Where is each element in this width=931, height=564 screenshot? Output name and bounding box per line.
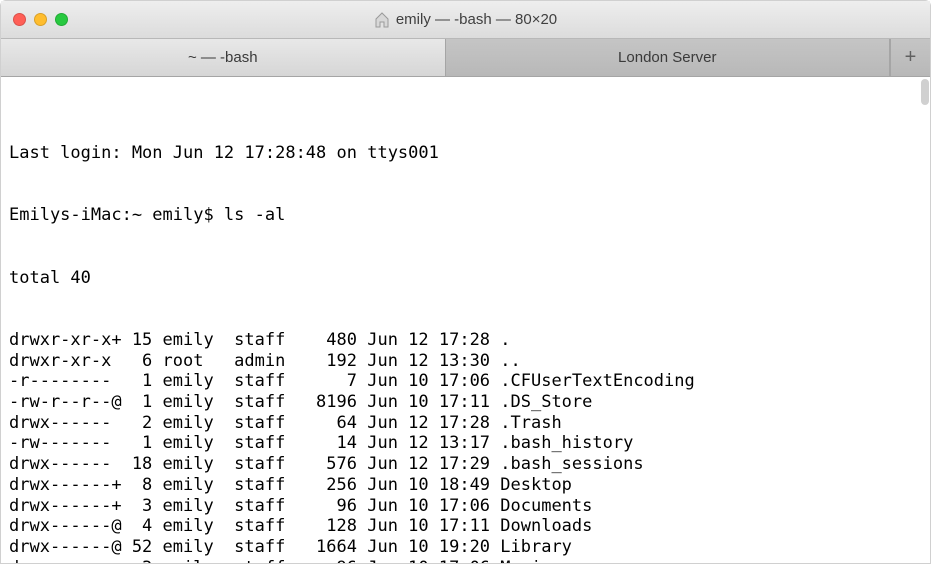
zoom-button[interactable] [55, 13, 68, 26]
listing-row: -rw------- 1 emily staff 14 Jun 12 13:17… [9, 433, 922, 454]
tab-bar: ~ — -bash London Server + [1, 39, 930, 77]
listing-row: drwxr-xr-x 6 root admin 192 Jun 12 13:30… [9, 351, 922, 372]
last-login-line: Last login: Mon Jun 12 17:28:48 on ttys0… [9, 143, 922, 164]
tab-label: ~ — -bash [188, 49, 258, 66]
listing-row: drwx------@ 52 emily staff 1664 Jun 10 1… [9, 537, 922, 558]
listing-row: drwx------+ 3 emily staff 96 Jun 10 17:0… [9, 496, 922, 517]
listing-row: drwx------@ 4 emily staff 128 Jun 10 17:… [9, 516, 922, 537]
listing-row: drwx------+ 3 emily staff 96 Jun 10 17:0… [9, 558, 922, 563]
terminal-body[interactable]: Last login: Mon Jun 12 17:28:48 on ttys0… [1, 77, 930, 563]
window-title-text: emily — -bash — 80×20 [396, 11, 557, 28]
command-line: Emilys-iMac:~ emily$ ls -al [9, 205, 922, 226]
close-button[interactable] [13, 13, 26, 26]
home-icon [374, 12, 390, 28]
total-line: total 40 [9, 268, 922, 289]
tab-bash[interactable]: ~ — -bash [1, 39, 446, 76]
tab-london-server[interactable]: London Server [446, 39, 891, 76]
listing-row: drwx------+ 8 emily staff 256 Jun 10 18:… [9, 475, 922, 496]
listing: drwxr-xr-x+ 15 emily staff 480 Jun 12 17… [9, 330, 922, 563]
window-titlebar: emily — -bash — 80×20 [1, 1, 930, 39]
listing-row: drwx------ 18 emily staff 576 Jun 12 17:… [9, 454, 922, 475]
scrollbar-thumb[interactable] [921, 79, 929, 105]
tab-label: London Server [618, 49, 716, 66]
listing-row: drwxr-xr-x+ 15 emily staff 480 Jun 12 17… [9, 330, 922, 351]
minimize-button[interactable] [34, 13, 47, 26]
listing-row: -rw-r--r--@ 1 emily staff 8196 Jun 10 17… [9, 392, 922, 413]
window-title: emily — -bash — 80×20 [1, 11, 930, 28]
plus-icon: + [905, 46, 917, 69]
listing-row: -r-------- 1 emily staff 7 Jun 10 17:06 … [9, 371, 922, 392]
traffic-lights [1, 13, 68, 26]
listing-row: drwx------ 2 emily staff 64 Jun 12 17:28… [9, 413, 922, 434]
new-tab-button[interactable]: + [890, 39, 930, 76]
